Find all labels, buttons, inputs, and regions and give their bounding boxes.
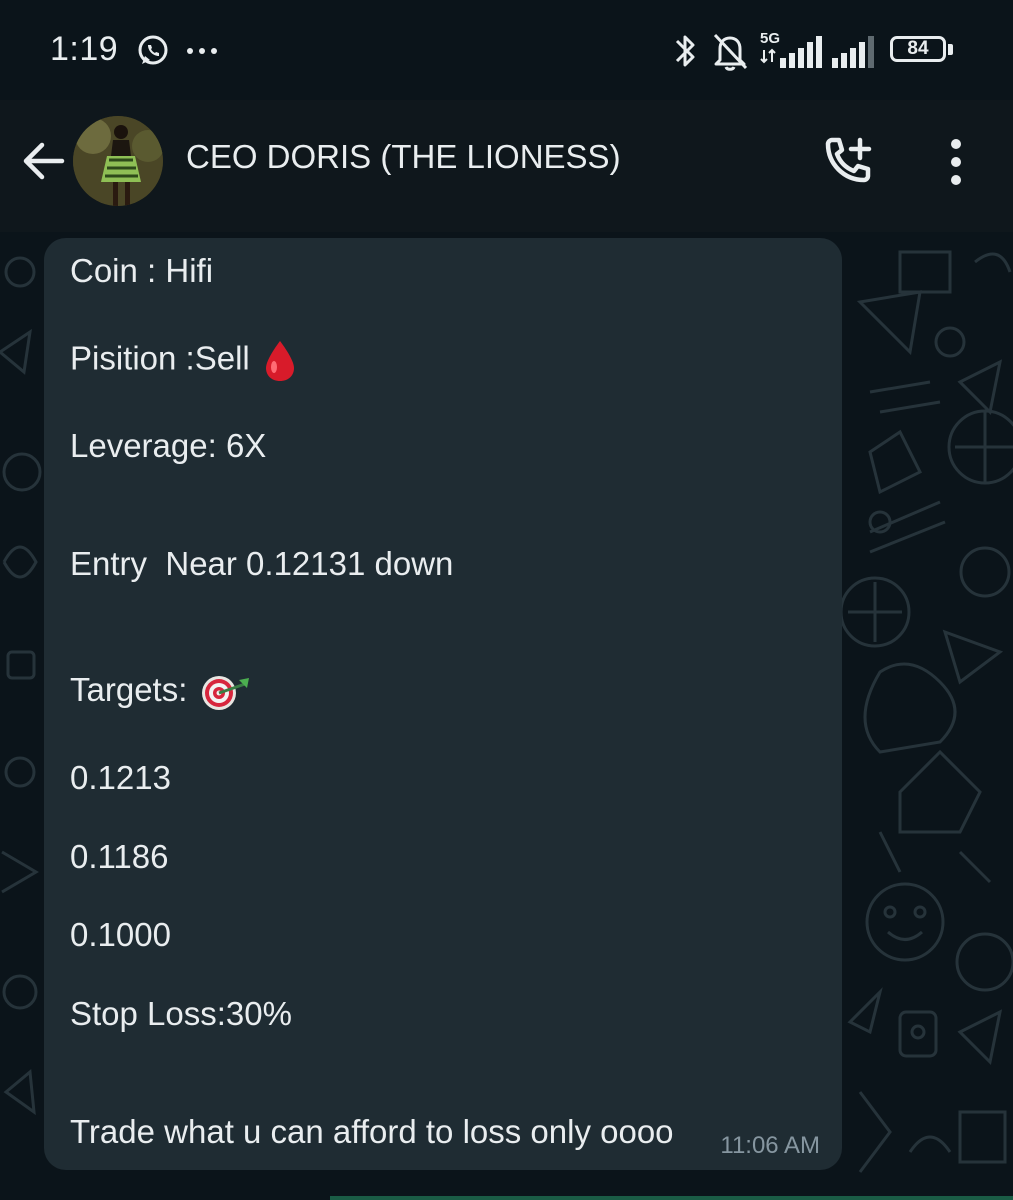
signal-icon <box>832 36 874 68</box>
message-line-target-2: 0.1186 <box>70 838 169 875</box>
message-line-note: Trade what u can afford to loss only ooo… <box>70 1113 674 1150</box>
battery-level: 84 <box>907 38 929 59</box>
network-label: 5G <box>760 30 781 47</box>
message-bubble[interactable]: Coin : Hifi Pisition :Sell Leverage: 6X … <box>44 238 842 1170</box>
message-line-position-text: Pisition :Sell <box>70 339 250 377</box>
whatsapp-icon <box>138 35 168 65</box>
message-line-position: Pisition :Sell <box>70 339 297 383</box>
chat-header: CEO DORIS (THE LIONESS) <box>0 100 1013 232</box>
more-vert-icon[interactable] <box>940 134 972 190</box>
message-line-entry: Entry Near 0.12131 down <box>70 545 454 582</box>
message-line-targets-text: Targets: <box>70 671 188 708</box>
message-line-targets: Targets: <box>70 671 251 712</box>
message-line-coin: Coin : Hifi <box>70 252 214 289</box>
drop-of-blood-emoji <box>265 341 294 381</box>
direct-hit-emoji <box>201 676 249 711</box>
bell-off-icon <box>713 33 748 71</box>
message-line-leverage: Leverage: 6X <box>70 427 267 464</box>
contact-name[interactable]: CEO DORIS (THE LIONESS) <box>186 138 621 176</box>
battery-icon: 84 <box>890 36 956 66</box>
back-arrow-icon[interactable] <box>18 136 68 186</box>
message-line-target-1: 0.1213 <box>70 759 171 796</box>
input-bar-edge <box>330 1196 1013 1200</box>
status-time: 1:19 <box>50 30 119 68</box>
message-timestamp: 11:06 AM <box>720 1132 820 1159</box>
avatar-image <box>73 116 163 206</box>
avatar[interactable] <box>73 116 163 206</box>
more-dots-icon <box>187 48 217 54</box>
message-line-stop-loss: Stop Loss:30% <box>70 995 292 1032</box>
signal-5g-icon: 5G <box>760 30 824 70</box>
status-bar: 1:19 5G 84 <box>0 0 1013 100</box>
message-line-target-3: 0.1000 <box>70 916 171 953</box>
bluetooth-icon <box>675 35 695 67</box>
add-call-icon[interactable] <box>820 134 876 190</box>
